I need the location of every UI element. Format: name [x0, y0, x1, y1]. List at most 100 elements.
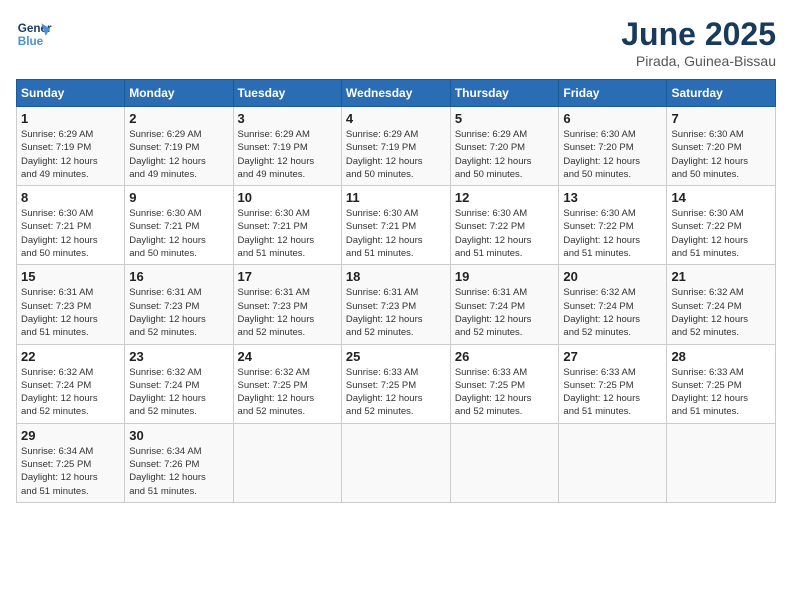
table-row: 19 Sunrise: 6:31 AM Sunset: 7:24 PM Dayli…	[450, 265, 559, 344]
table-row: 15 Sunrise: 6:31 AM Sunset: 7:23 PM Dayli…	[17, 265, 125, 344]
table-row: 26 Sunrise: 6:33 AM Sunset: 7:25 PM Dayli…	[450, 344, 559, 423]
day-info: Sunrise: 6:33 AM Sunset: 7:25 PM Dayligh…	[455, 366, 555, 419]
table-row: 21 Sunrise: 6:32 AM Sunset: 7:24 PM Dayli…	[667, 265, 776, 344]
day-info: Sunrise: 6:32 AM Sunset: 7:25 PM Dayligh…	[238, 366, 337, 419]
day-number: 23	[129, 349, 228, 364]
day-number: 14	[671, 190, 771, 205]
table-row: 2 Sunrise: 6:29 AM Sunset: 7:19 PM Daylig…	[125, 107, 233, 186]
table-row: 14Sunrise: 6:30 AM Sunset: 7:22 PM Dayli…	[667, 186, 776, 265]
logo-icon: General Blue	[16, 16, 52, 52]
day-info: Sunrise: 6:32 AM Sunset: 7:24 PM Dayligh…	[671, 286, 771, 339]
day-number: 25	[346, 349, 446, 364]
table-row: 4 Sunrise: 6:29 AM Sunset: 7:19 PM Daylig…	[341, 107, 450, 186]
day-number: 9	[129, 190, 228, 205]
day-info: Sunrise: 6:29 AM Sunset: 7:19 PM Dayligh…	[129, 128, 228, 181]
day-info: Sunrise: 6:29 AM Sunset: 7:20 PM Dayligh…	[455, 128, 555, 181]
day-info: Sunrise: 6:30 AM Sunset: 7:21 PM Dayligh…	[238, 207, 337, 260]
day-number: 20	[563, 269, 662, 284]
day-info: Sunrise: 6:31 AM Sunset: 7:23 PM Dayligh…	[238, 286, 337, 339]
day-info: Sunrise: 6:30 AM Sunset: 7:22 PM Dayligh…	[563, 207, 662, 260]
day-info: Sunrise: 6:31 AM Sunset: 7:23 PM Dayligh…	[346, 286, 446, 339]
table-row: 16Sunrise: 6:31 AM Sunset: 7:23 PM Dayli…	[125, 265, 233, 344]
day-info: Sunrise: 6:30 AM Sunset: 7:20 PM Dayligh…	[671, 128, 771, 181]
day-number: 21	[671, 269, 771, 284]
day-info: Sunrise: 6:30 AM Sunset: 7:21 PM Dayligh…	[21, 207, 120, 260]
logo: General Blue	[16, 16, 52, 52]
table-row: 27 Sunrise: 6:33 AM Sunset: 7:25 PM Dayli…	[559, 344, 667, 423]
calendar-table: Sunday Monday Tuesday Wednesday Thursday…	[16, 79, 776, 503]
day-info: Sunrise: 6:31 AM Sunset: 7:24 PM Dayligh…	[455, 286, 555, 339]
table-row	[233, 423, 341, 502]
day-info: Sunrise: 6:29 AM Sunset: 7:19 PM Dayligh…	[346, 128, 446, 181]
day-info: Sunrise: 6:32 AM Sunset: 7:24 PM Dayligh…	[129, 366, 228, 419]
table-row: 17 Sunrise: 6:31 AM Sunset: 7:23 PM Dayli…	[233, 265, 341, 344]
day-info: Sunrise: 6:32 AM Sunset: 7:24 PM Dayligh…	[563, 286, 662, 339]
day-number: 11	[346, 190, 446, 205]
day-info: Sunrise: 6:29 AM Sunset: 7:19 PM Dayligh…	[238, 128, 337, 181]
day-number: 18	[346, 269, 446, 284]
day-number: 15	[21, 269, 120, 284]
day-info: Sunrise: 6:30 AM Sunset: 7:21 PM Dayligh…	[346, 207, 446, 260]
day-number: 1	[21, 111, 120, 126]
day-info: Sunrise: 6:31 AM Sunset: 7:23 PM Dayligh…	[21, 286, 120, 339]
col-monday: Monday	[125, 80, 233, 107]
table-row: 23 Sunrise: 6:32 AM Sunset: 7:24 PM Dayli…	[125, 344, 233, 423]
table-row: 30 Sunrise: 6:34 AM Sunset: 7:26 PM Dayli…	[125, 423, 233, 502]
day-number: 27	[563, 349, 662, 364]
table-row: 6Sunrise: 6:30 AM Sunset: 7:20 PM Daylig…	[559, 107, 667, 186]
day-number: 17	[238, 269, 337, 284]
table-row: 12 Sunrise: 6:30 AM Sunset: 7:22 PM Dayli…	[450, 186, 559, 265]
day-number: 19	[455, 269, 555, 284]
table-row: 7 Sunrise: 6:30 AM Sunset: 7:20 PM Daylig…	[667, 107, 776, 186]
table-row: 11 Sunrise: 6:30 AM Sunset: 7:21 PM Dayli…	[341, 186, 450, 265]
table-row: 10 Sunrise: 6:30 AM Sunset: 7:21 PM Dayli…	[233, 186, 341, 265]
col-tuesday: Tuesday	[233, 80, 341, 107]
table-row: 24 Sunrise: 6:32 AM Sunset: 7:25 PM Dayli…	[233, 344, 341, 423]
header-row: Sunday Monday Tuesday Wednesday Thursday…	[17, 80, 776, 107]
day-number: 8	[21, 190, 120, 205]
col-wednesday: Wednesday	[341, 80, 450, 107]
col-thursday: Thursday	[450, 80, 559, 107]
title-area: June 2025 Pirada, Guinea-Bissau	[621, 16, 776, 69]
day-number: 5	[455, 111, 555, 126]
day-info: Sunrise: 6:30 AM Sunset: 7:22 PM Dayligh…	[455, 207, 555, 260]
col-friday: Friday	[559, 80, 667, 107]
table-row	[667, 423, 776, 502]
day-number: 22	[21, 349, 120, 364]
table-row: 5 Sunrise: 6:29 AM Sunset: 7:20 PM Daylig…	[450, 107, 559, 186]
day-number: 3	[238, 111, 337, 126]
day-number: 28	[671, 349, 771, 364]
day-info: Sunrise: 6:33 AM Sunset: 7:25 PM Dayligh…	[346, 366, 446, 419]
table-row: 18 Sunrise: 6:31 AM Sunset: 7:23 PM Dayli…	[341, 265, 450, 344]
day-info: Sunrise: 6:34 AM Sunset: 7:25 PM Dayligh…	[21, 445, 120, 498]
day-number: 10	[238, 190, 337, 205]
day-info: Sunrise: 6:33 AM Sunset: 7:25 PM Dayligh…	[671, 366, 771, 419]
table-row: 29Sunrise: 6:34 AM Sunset: 7:25 PM Dayli…	[17, 423, 125, 502]
day-number: 7	[671, 111, 771, 126]
day-info: Sunrise: 6:33 AM Sunset: 7:25 PM Dayligh…	[563, 366, 662, 419]
day-number: 6	[563, 111, 662, 126]
col-saturday: Saturday	[667, 80, 776, 107]
day-number: 2	[129, 111, 228, 126]
day-number: 4	[346, 111, 446, 126]
day-number: 26	[455, 349, 555, 364]
table-row: 9 Sunrise: 6:30 AM Sunset: 7:21 PM Daylig…	[125, 186, 233, 265]
table-row: 3 Sunrise: 6:29 AM Sunset: 7:19 PM Daylig…	[233, 107, 341, 186]
table-row: 25 Sunrise: 6:33 AM Sunset: 7:25 PM Dayli…	[341, 344, 450, 423]
svg-text:Blue: Blue	[18, 35, 44, 48]
month-title: June 2025	[621, 16, 776, 53]
day-info: Sunrise: 6:31 AM Sunset: 7:23 PM Dayligh…	[129, 286, 228, 339]
day-info: Sunrise: 6:30 AM Sunset: 7:21 PM Dayligh…	[129, 207, 228, 260]
table-row	[559, 423, 667, 502]
day-number: 12	[455, 190, 555, 205]
table-row: 22 Sunrise: 6:32 AM Sunset: 7:24 PM Dayli…	[17, 344, 125, 423]
day-info: Sunrise: 6:32 AM Sunset: 7:24 PM Dayligh…	[21, 366, 120, 419]
header: General Blue June 2025 Pirada, Guinea-Bi…	[16, 16, 776, 69]
day-number: 24	[238, 349, 337, 364]
day-info: Sunrise: 6:34 AM Sunset: 7:26 PM Dayligh…	[129, 445, 228, 498]
table-row: 1Sunrise: 6:29 AM Sunset: 7:19 PM Daylig…	[17, 107, 125, 186]
day-number: 30	[129, 428, 228, 443]
table-row	[341, 423, 450, 502]
table-row: 8 Sunrise: 6:30 AM Sunset: 7:21 PM Daylig…	[17, 186, 125, 265]
col-sunday: Sunday	[17, 80, 125, 107]
